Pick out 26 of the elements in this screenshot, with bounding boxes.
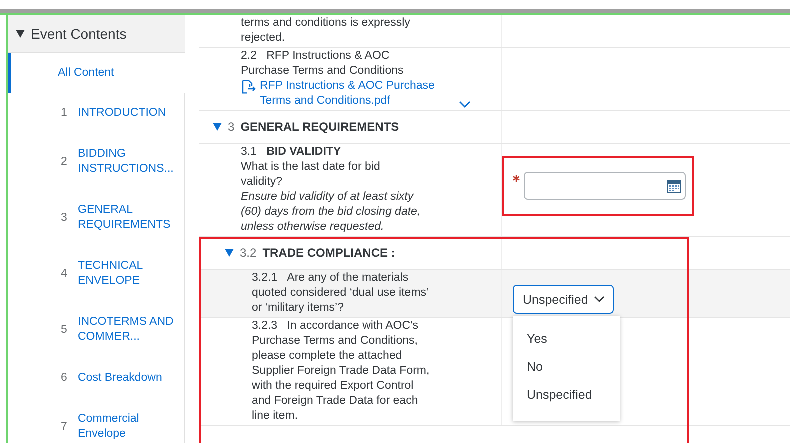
section-number: 3.2 (240, 246, 257, 260)
section-number: 3 (228, 120, 235, 134)
question-text: 2.2 RFP Instructions & AOC Purchase Terms and Conditions (241, 49, 405, 79)
document-icon (241, 80, 256, 94)
chevron-down-icon (594, 296, 606, 303)
collapse-icon[interactable] (213, 123, 222, 131)
collapse-icon[interactable] (16, 30, 25, 38)
chevron-down-icon[interactable] (459, 101, 471, 109)
question-text: 3.2.3 In accordance with AOC's Purchase Terms and Conditions, please complete the attached Supplier Foreign Trade Data Form, with the required Export Control and Foreign Trade Data for each line item. (252, 319, 431, 424)
question-text: terms and conditions is expressly rejected. (241, 16, 412, 46)
dropdown-option[interactable]: No (513, 353, 620, 381)
sidebar-title: Event Contents (31, 26, 127, 42)
answer-dropdown[interactable]: Unspecified (513, 285, 614, 314)
date-field[interactable] (524, 172, 686, 200)
attachment-link[interactable]: RFP Instructions & AOC Purchase Terms and Conditions.pdf (260, 79, 455, 109)
sidebar-item[interactable]: 6 Cost Breakdown (8, 358, 184, 399)
question-text: 3.1 BID VALIDITY What is the last date for bid validity? Ensure bid validity of at least sixty (60) days from the bid closing date, unless otherwise requested. (241, 145, 422, 235)
sidebar-item[interactable]: All Content (8, 53, 185, 93)
section-title: GENERAL REQUIREMENTS (240, 120, 400, 134)
section-title: TRADE COMPLIANCE : (262, 246, 396, 260)
collapse-icon[interactable] (225, 249, 234, 257)
question-text: 3.2.1 Are any of the materials quoted considered ‘dual use items’ or ‘military items’? (252, 271, 430, 316)
dropdown-option[interactable]: Unspecified (513, 381, 620, 409)
calendar-icon[interactable] (667, 180, 681, 192)
sidebar-item[interactable]: 1 INTRODUCTION (8, 93, 184, 134)
dropdown-option[interactable]: Yes (513, 325, 620, 353)
